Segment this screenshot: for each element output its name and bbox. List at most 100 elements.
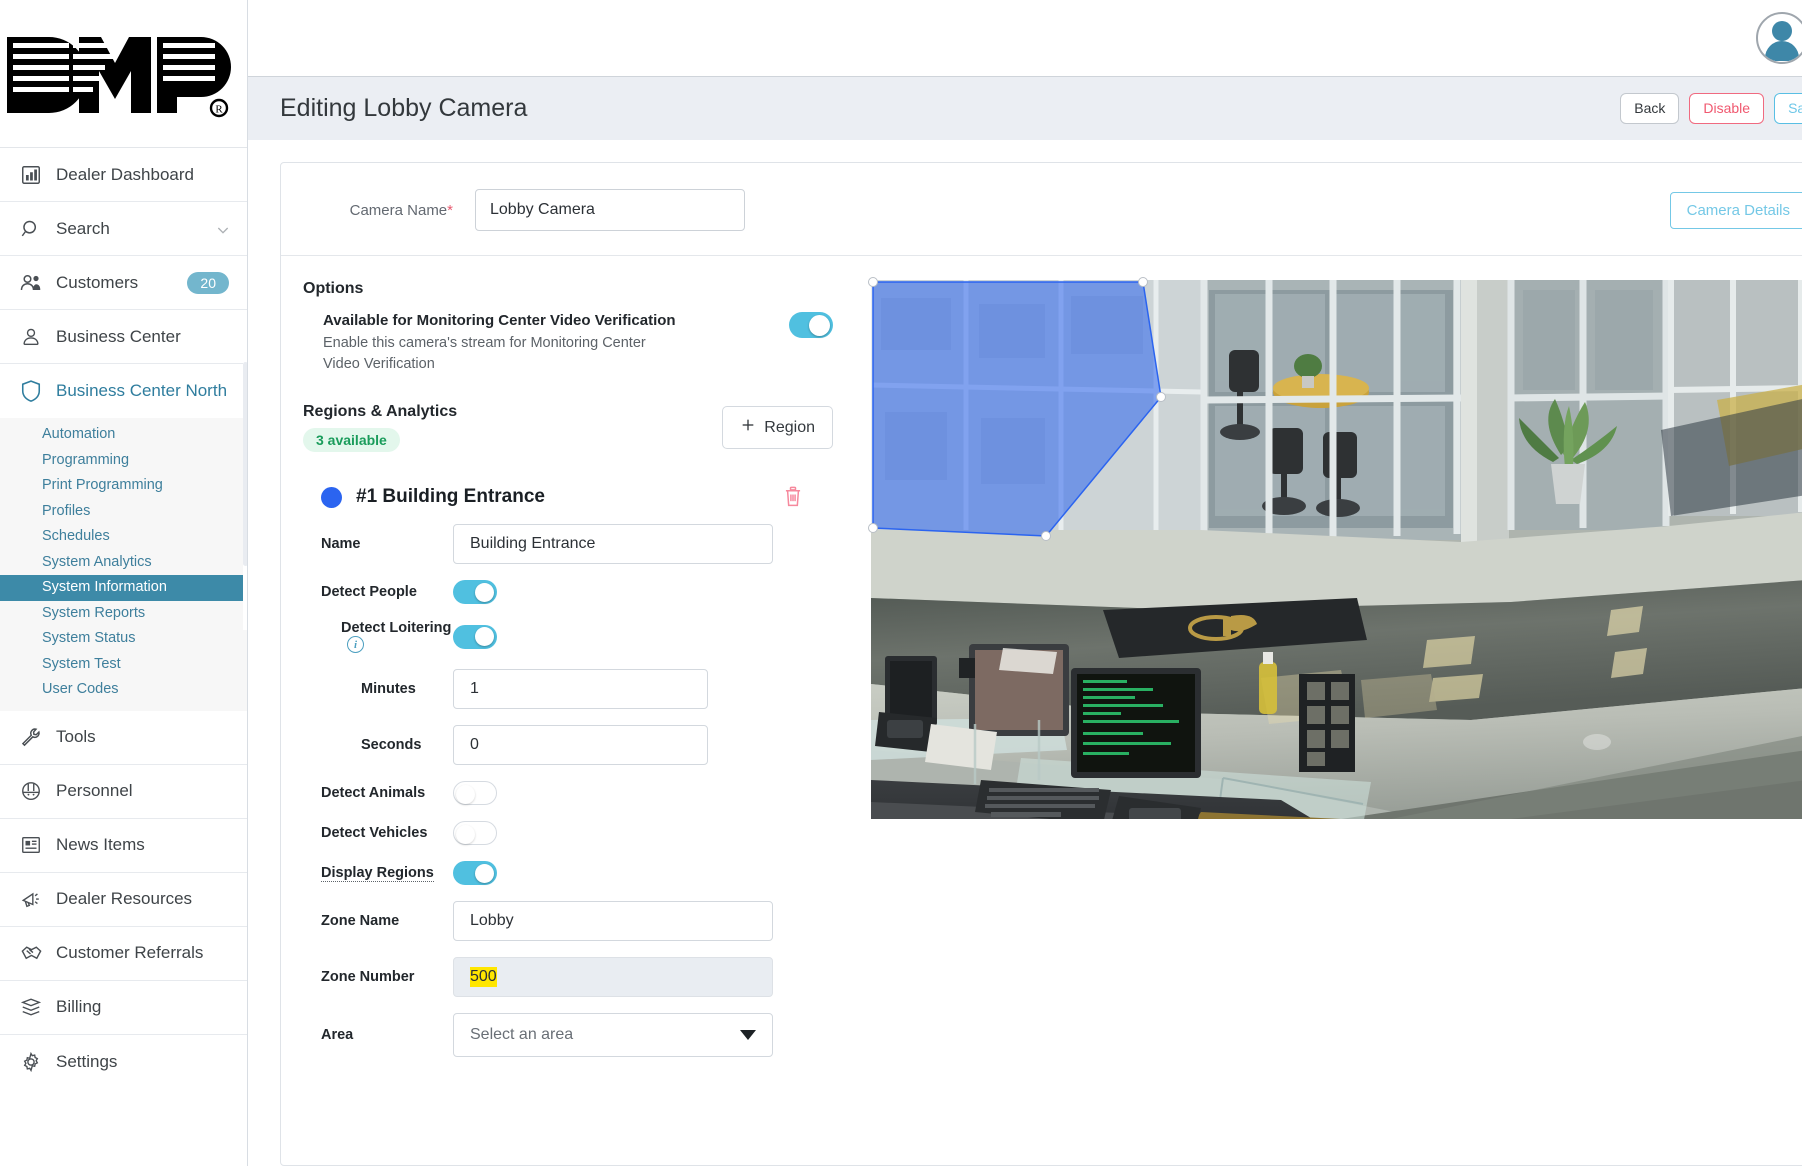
- sidebar-item-billing[interactable]: Billing: [0, 980, 247, 1035]
- camera-preview[interactable]: [868, 277, 1802, 819]
- toggle-knob: [809, 314, 830, 336]
- display-regions-label-text: Display Regions: [321, 865, 434, 883]
- detect-animals-row: Detect Animals: [303, 781, 833, 806]
- sidebar-item-user-codes[interactable]: User Codes: [0, 677, 247, 703]
- settings-column: Options Available for Monitoring Center …: [303, 280, 833, 1058]
- sidebar-item-business-center-north[interactable]: Business Center North: [0, 364, 247, 418]
- resize-handle-icon[interactable]: [868, 523, 878, 533]
- toggle-knob: [456, 824, 475, 844]
- sidebar-subnav: Automation Programming Print Programming…: [0, 418, 247, 711]
- video-verification-title: Available for Monitoring Center Video Ve…: [323, 312, 676, 329]
- dmp-logo-icon: R: [6, 36, 231, 117]
- sidebar-item-dealer-resources[interactable]: Dealer Resources: [0, 872, 247, 927]
- region-title: #1 Building Entrance: [356, 486, 783, 508]
- gear-icon: [18, 1049, 44, 1075]
- detect-vehicles-toggle[interactable]: [453, 821, 497, 846]
- sidebar-item-settings[interactable]: Settings: [0, 1034, 247, 1089]
- sidebar-item-tools[interactable]: Tools: [0, 710, 247, 765]
- detect-animals-toggle[interactable]: [453, 781, 497, 806]
- sidebar-item-search[interactable]: Search: [0, 202, 247, 256]
- sidebar-item-system-information[interactable]: System Information: [0, 575, 247, 601]
- resize-handle-icon[interactable]: [1156, 392, 1166, 402]
- plus-icon: [740, 417, 756, 438]
- brand-logo[interactable]: R: [0, 0, 247, 148]
- resize-handle-icon[interactable]: [868, 277, 878, 287]
- add-region-button[interactable]: Region: [722, 406, 833, 450]
- camera-live-image: [871, 280, 1802, 819]
- main-area: Editing Lobby Camera Back Disable Save C…: [248, 0, 1802, 1166]
- camera-name-input[interactable]: [475, 189, 745, 231]
- zone-name-input[interactable]: [453, 901, 773, 942]
- sidebar-item-dealer-dashboard[interactable]: Dealer Dashboard: [0, 148, 247, 202]
- region-color-swatch-icon: [321, 486, 342, 508]
- sidebar-item-label: Customers: [56, 272, 139, 292]
- toggle-knob: [456, 784, 475, 804]
- sidebar-item-customers[interactable]: Customers 20: [0, 256, 247, 310]
- info-icon[interactable]: i: [347, 636, 364, 654]
- minutes-input[interactable]: [453, 669, 708, 710]
- sidebar-item-print-programming[interactable]: Print Programming: [0, 473, 247, 499]
- region-name-input[interactable]: [453, 524, 773, 565]
- hardhat-icon: [18, 778, 44, 804]
- detect-loitering-label-text: Detect Loitering: [341, 620, 452, 637]
- sidebar-item-label: Search: [56, 218, 110, 238]
- camera-preview-column: [833, 277, 1802, 1057]
- trash-icon[interactable]: [783, 486, 803, 508]
- camera-name-label: Camera Name*: [303, 202, 453, 219]
- video-verification-texts: Available for Monitoring Center Video Ve…: [323, 312, 789, 375]
- resize-handle-icon[interactable]: [1138, 277, 1148, 287]
- detect-loitering-toggle[interactable]: [453, 624, 497, 649]
- display-regions-row: Display Regions: [303, 861, 833, 886]
- chevron-down-icon: [740, 1030, 756, 1041]
- video-verification-option: Available for Monitoring Center Video Ve…: [303, 312, 833, 375]
- required-marker: *: [447, 201, 453, 219]
- chevron-down-icon[interactable]: [215, 222, 229, 236]
- app-root: R Dealer Dashboard Search Customers 20 B…: [0, 0, 1802, 1166]
- zone-number-value: 500: [470, 967, 497, 988]
- handshake-icon: [18, 940, 44, 966]
- sidebar-item-label: Personnel: [56, 781, 133, 800]
- shield-icon: [18, 378, 44, 404]
- seconds-input[interactable]: [453, 725, 708, 766]
- region-name-row: Name: [303, 524, 833, 565]
- topbar: [248, 0, 1802, 76]
- camera-details-button[interactable]: Camera Details: [1669, 191, 1802, 229]
- add-region-label: Region: [764, 418, 815, 436]
- sidebar-item-news-items[interactable]: News Items: [0, 818, 247, 873]
- display-regions-toggle[interactable]: [453, 861, 497, 886]
- customers-icon: [18, 270, 44, 296]
- toggle-knob: [475, 582, 494, 602]
- sidebar-item-system-reports[interactable]: System Reports: [0, 601, 247, 627]
- sidebar-item-system-status[interactable]: System Status: [0, 626, 247, 652]
- sidebar-item-system-test[interactable]: System Test: [0, 652, 247, 678]
- sidebar-item-label: Settings: [56, 1051, 118, 1071]
- zone-number-field[interactable]: 500: [453, 957, 773, 998]
- video-verification-toggle[interactable]: [789, 312, 833, 338]
- sidebar-item-label: Tools: [56, 727, 96, 746]
- sidebar-item-personnel[interactable]: Personnel: [0, 764, 247, 819]
- sidebar-item-label: Dealer Dashboard: [56, 164, 194, 184]
- sidebar-item-business-center[interactable]: Business Center: [0, 310, 247, 364]
- sidebar-item-system-analytics[interactable]: System Analytics: [0, 550, 247, 576]
- save-button[interactable]: Save: [1774, 93, 1802, 124]
- disable-button[interactable]: Disable: [1689, 93, 1765, 124]
- avatar[interactable]: [1756, 12, 1802, 64]
- detect-people-toggle[interactable]: [453, 580, 497, 605]
- area-select[interactable]: Select an area: [453, 1013, 773, 1058]
- camera-name-label-text: Camera Name: [349, 201, 448, 219]
- zone-name-row: Zone Name: [303, 901, 833, 942]
- back-button[interactable]: Back: [1620, 93, 1680, 124]
- sidebar-item-label: Billing: [56, 997, 102, 1016]
- user-menu[interactable]: [1756, 12, 1802, 64]
- sidebar-item-schedules[interactable]: Schedules: [0, 524, 247, 550]
- regions-available-badge: 3 available: [303, 428, 400, 453]
- header-actions: Back Disable Save: [1620, 93, 1802, 124]
- zone-number-label: Zone Number: [321, 969, 415, 986]
- sidebar-item-automation[interactable]: Automation: [0, 422, 247, 448]
- sidebar-item-profiles[interactable]: Profiles: [0, 499, 247, 525]
- detect-people-row: Detect People: [303, 580, 833, 605]
- resize-handle-icon[interactable]: [1041, 531, 1051, 541]
- sidebar-item-label: Business Center: [56, 326, 181, 346]
- sidebar-item-programming[interactable]: Programming: [0, 448, 247, 474]
- sidebar-item-customer-referrals[interactable]: Customer Referrals: [0, 926, 247, 981]
